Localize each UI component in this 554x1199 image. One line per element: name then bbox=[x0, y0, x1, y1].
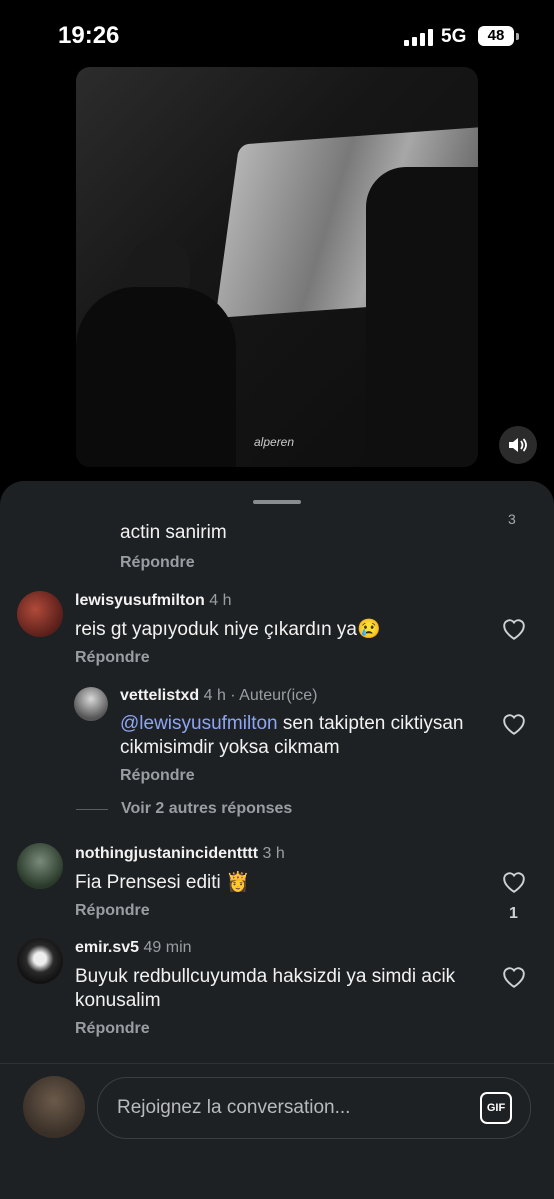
avatar[interactable] bbox=[17, 938, 63, 984]
reply-button[interactable]: Répondre bbox=[120, 554, 195, 572]
comment-time: 4 h bbox=[209, 592, 232, 609]
driver-figure bbox=[76, 287, 236, 467]
comment-text: Buyuk redbullcuyumda haksizdi ya simdi a… bbox=[75, 966, 456, 1011]
heart-icon[interactable] bbox=[501, 965, 527, 989]
status-bar: 19:26 5G 48 bbox=[0, 0, 554, 70]
thread-line bbox=[76, 809, 108, 810]
network-label: 5G bbox=[441, 26, 467, 47]
avatar[interactable] bbox=[17, 843, 63, 889]
partial-like-count: 3 bbox=[508, 511, 516, 527]
comment-text: actin sanirim bbox=[120, 522, 227, 543]
signal-icon bbox=[404, 28, 434, 46]
view-more-replies[interactable]: Voir 2 autres réponses bbox=[121, 800, 292, 818]
like-count: 1 bbox=[509, 905, 518, 922]
comment-text: @lewisyusufmilton sen takipten ciktiysan… bbox=[120, 712, 470, 760]
avatar[interactable] bbox=[17, 591, 63, 637]
username-text[interactable]: lewisyusufmilton bbox=[75, 592, 205, 609]
comment-username[interactable]: emir.sv5 49 min bbox=[75, 939, 192, 957]
comment-input[interactable]: Rejoignez la conversation... GIF bbox=[97, 1077, 531, 1139]
gif-button[interactable]: GIF bbox=[480, 1092, 512, 1124]
reply-button[interactable]: Répondre bbox=[75, 649, 150, 667]
heart-icon[interactable] bbox=[501, 712, 527, 736]
username-text[interactable]: vettelistxd bbox=[120, 687, 199, 704]
comment-username[interactable]: lewisyusufmilton 4 h bbox=[75, 592, 232, 610]
username-text[interactable]: nothingjustanincidentttt bbox=[75, 845, 258, 862]
video-player[interactable]: alperen bbox=[76, 67, 478, 467]
status-time: 19:26 bbox=[58, 22, 120, 49]
comments-sheet: 3 actin sanirim Répondre lewisyusufmilto… bbox=[0, 481, 554, 1199]
heart-icon[interactable] bbox=[501, 870, 527, 894]
reply-button[interactable]: Répondre bbox=[75, 902, 150, 920]
mention-link[interactable]: @lewisyusufmilton bbox=[120, 713, 278, 734]
driver-figure-2 bbox=[366, 167, 478, 467]
reply-button[interactable]: Répondre bbox=[75, 1020, 150, 1038]
comment-text: Fia Prensesi editi 👸 bbox=[75, 872, 250, 893]
comment-username[interactable]: nothingjustanincidentttt 3 h bbox=[75, 845, 285, 863]
comment-time: 49 min bbox=[143, 939, 192, 956]
composer-divider bbox=[0, 1063, 554, 1064]
drag-handle[interactable] bbox=[253, 500, 301, 504]
username-text[interactable]: emir.sv5 bbox=[75, 939, 139, 956]
comment-username[interactable]: vettelistxd 4 h · Auteur(ice) bbox=[120, 687, 317, 705]
current-user-avatar[interactable] bbox=[23, 1076, 85, 1138]
battery-icon: 48 bbox=[478, 26, 519, 46]
avatar[interactable] bbox=[74, 687, 108, 721]
comment-time: 3 h bbox=[262, 845, 285, 862]
heart-icon[interactable] bbox=[501, 617, 527, 641]
video-watermark: alperen bbox=[254, 435, 295, 449]
reply-button[interactable]: Répondre bbox=[120, 767, 195, 785]
comment-text: reis gt yapıyoduk niye çıkardın ya😢 bbox=[75, 619, 381, 640]
comment-time: 4 h · Auteur(ice) bbox=[203, 687, 318, 704]
speaker-icon[interactable] bbox=[499, 426, 537, 464]
comment-input-placeholder[interactable]: Rejoignez la conversation... bbox=[117, 1097, 350, 1119]
